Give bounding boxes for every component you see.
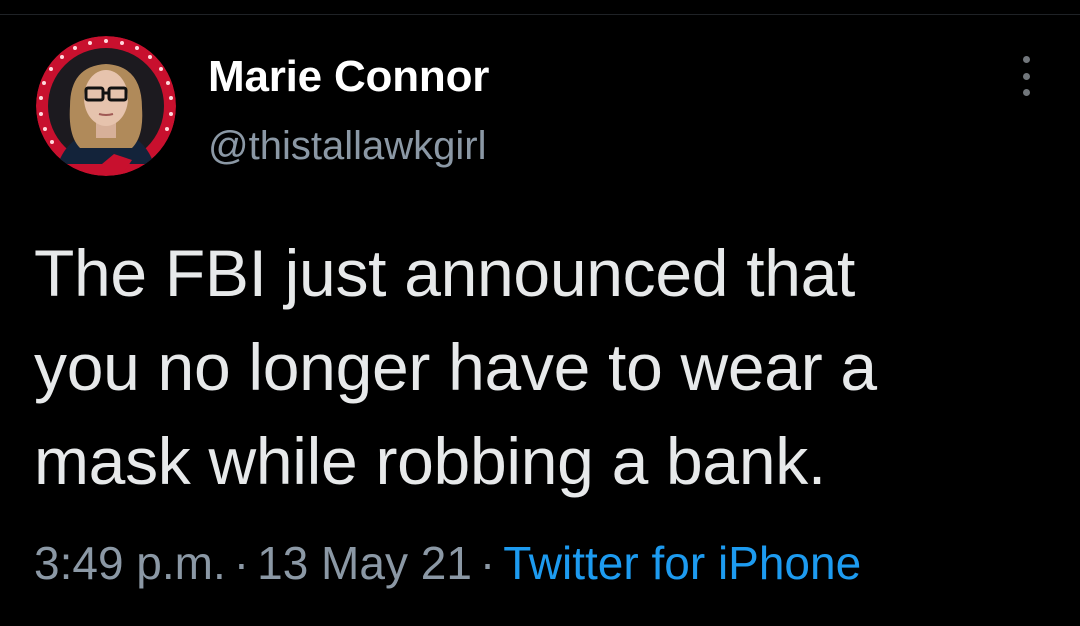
meta-separator: · bbox=[233, 537, 250, 589]
user-handle[interactable]: @thistallawkgirl bbox=[208, 124, 486, 169]
tweet-text: The FBI just announced that you no longe… bbox=[34, 226, 1054, 508]
display-name[interactable]: Marie Connor bbox=[208, 52, 489, 102]
more-dot bbox=[1022, 72, 1030, 80]
tweet-time[interactable]: 3:49 p.m. bbox=[34, 537, 226, 589]
tweet-date[interactable]: 13 May 21 bbox=[257, 537, 472, 589]
meta-separator: · bbox=[479, 537, 496, 589]
more-dot bbox=[1022, 89, 1030, 96]
more-vertical-icon[interactable] bbox=[1008, 56, 1044, 96]
tweet-text-line: you no longer have to wear a bbox=[34, 330, 877, 404]
tweet-text-line: mask while robbing a bank. bbox=[34, 424, 826, 498]
tweet-text-line: The FBI just announced that bbox=[34, 236, 856, 310]
avatar-image bbox=[36, 36, 176, 176]
more-dot bbox=[1022, 56, 1030, 63]
tweet-card: Marie Connor @thistallawkgirl The FBI ju… bbox=[0, 0, 1080, 626]
avatar[interactable] bbox=[36, 36, 176, 176]
tweet-source-link[interactable]: Twitter for iPhone bbox=[503, 537, 861, 589]
tweet-meta: 3:49 p.m. · 13 May 21 · Twitter for iPhone bbox=[34, 536, 861, 590]
